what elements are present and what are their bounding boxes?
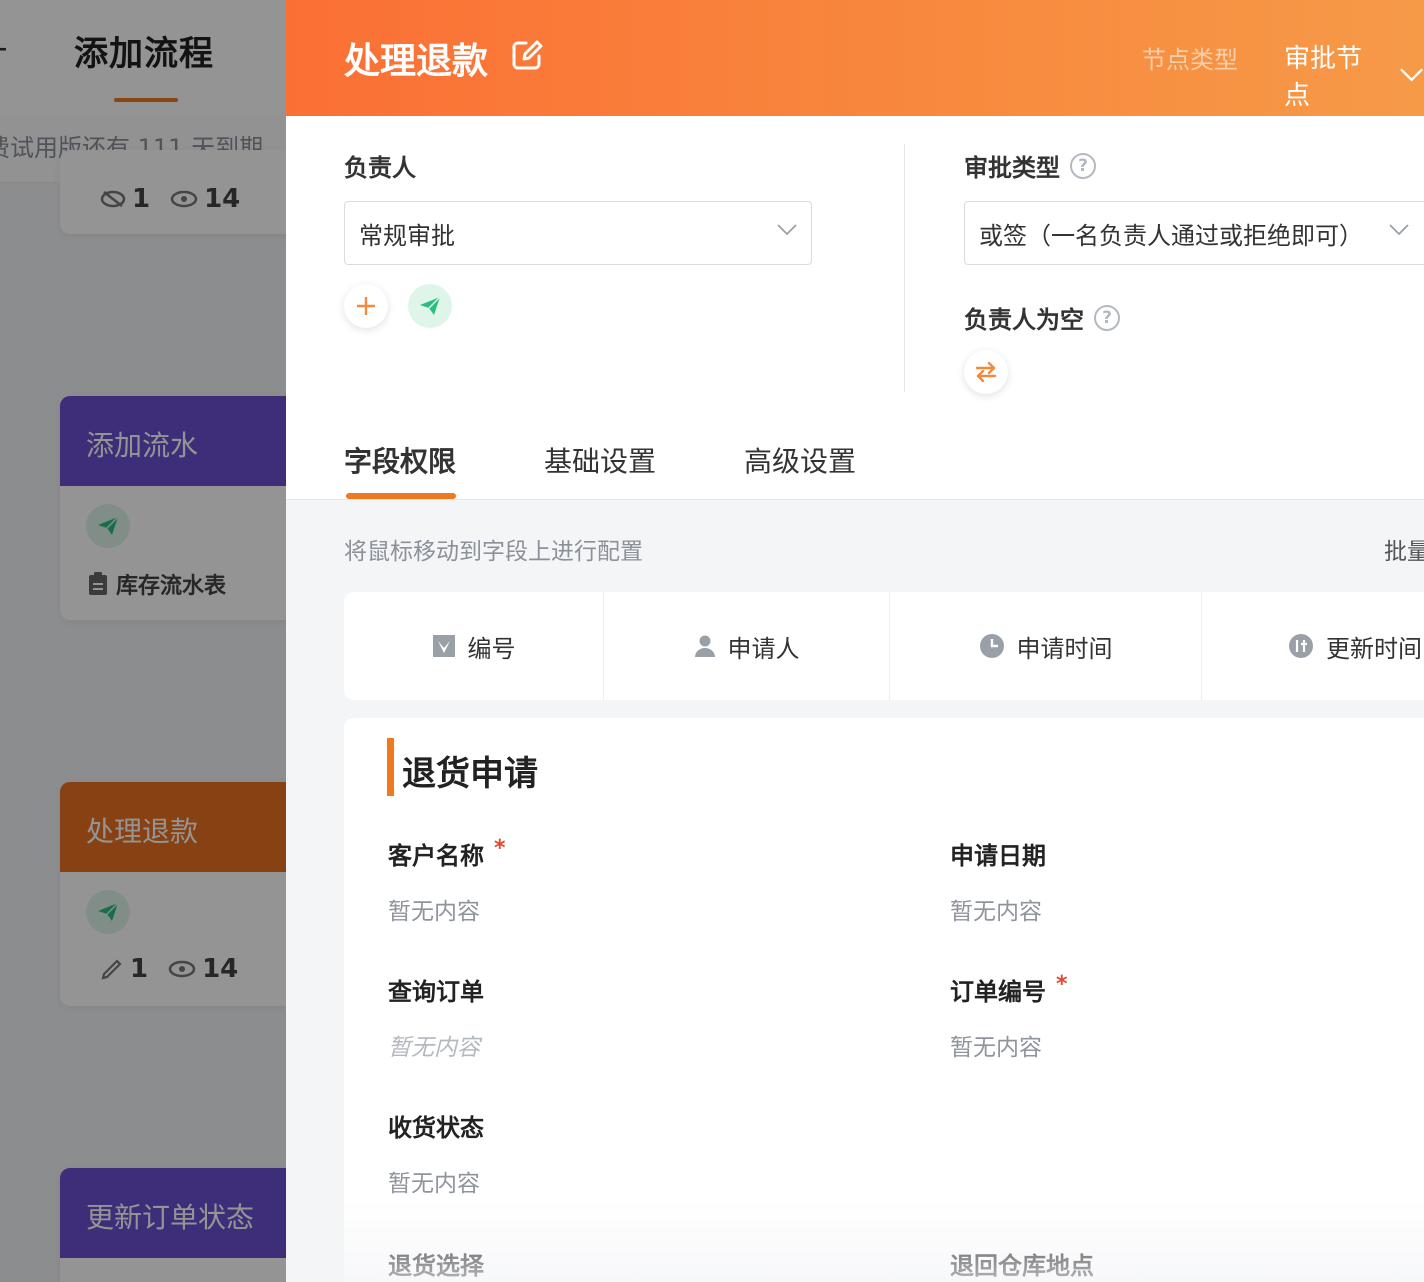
field-label: 退回仓库地点 bbox=[950, 1252, 1094, 1280]
empty-assignee-label-text: 负责人为空 bbox=[964, 306, 1084, 334]
system-field-label: 编号 bbox=[467, 634, 516, 663]
batch-button[interactable]: 批量 bbox=[1384, 532, 1424, 566]
system-field-apply-time[interactable]: 申请时间 bbox=[890, 592, 1202, 700]
assignee-label: 负责人 bbox=[344, 148, 416, 183]
approval-type-select[interactable]: 或签（一名负责人通过或拒绝即可） bbox=[964, 201, 1424, 265]
clock-icon bbox=[979, 634, 1004, 658]
send-button[interactable] bbox=[408, 284, 452, 328]
form-title-accent bbox=[387, 738, 394, 796]
system-field-label: 更新时间 bbox=[1326, 634, 1422, 663]
chevron-down-icon bbox=[777, 224, 797, 236]
form-title: 退货申请 bbox=[402, 754, 538, 794]
node-type-label: 节点类型 bbox=[1142, 46, 1238, 74]
form-field-query-order[interactable]: 查询订单 bbox=[388, 972, 484, 1007]
form-field-customer-name[interactable]: 客户名称 * bbox=[388, 836, 506, 871]
tab-field-permission[interactable]: 字段权限 bbox=[344, 440, 456, 500]
form-field-return-warehouse[interactable]: 退回仓库地点 bbox=[950, 1246, 1094, 1281]
system-field-applicant[interactable]: 申请人 bbox=[604, 592, 890, 700]
add-assignee-button[interactable] bbox=[344, 284, 388, 328]
drawer-header: 处理退款 节点类型 审批节点 bbox=[286, 0, 1424, 116]
node-type-select[interactable]: 审批节点 bbox=[1284, 38, 1424, 112]
node-config-drawer: 处理退款 节点类型 审批节点 负责人 常规审批 审批类型 ? 或签（一名负责人通… bbox=[286, 0, 1424, 1282]
edit-title-icon[interactable] bbox=[510, 38, 544, 72]
approval-type-label-text: 审批类型 bbox=[964, 154, 1060, 182]
system-fields-bar: 编号 申请人 申请时间 更新时间 bbox=[344, 592, 1424, 700]
system-field-update-time[interactable]: 更新时间 bbox=[1202, 592, 1424, 700]
tab-basic-settings[interactable]: 基础设置 bbox=[544, 440, 656, 500]
empty-assignee-label: 负责人为空 ? bbox=[964, 300, 1120, 335]
chevron-down-icon bbox=[1399, 68, 1423, 82]
section-divider bbox=[904, 144, 905, 392]
form-preview-card: 退货申请 客户名称 * 暂无内容 申请日期 暂无内容 查询订单 暂无内容 订单编… bbox=[344, 718, 1424, 1282]
config-tabs: 字段权限 基础设置 高级设置 bbox=[344, 440, 856, 500]
required-mark: * bbox=[494, 836, 506, 861]
field-value: 暂无内容 bbox=[950, 899, 1042, 925]
help-icon[interactable]: ? bbox=[1070, 152, 1096, 179]
field-label: 申请日期 bbox=[950, 842, 1046, 870]
number-icon bbox=[432, 635, 455, 657]
workflow-canvas: - 添加流程 费试用版还有 111 天到期， 1 14 添加流水 库存流水表 处… bbox=[0, 0, 286, 1282]
assignee-select[interactable]: 常规审批 bbox=[344, 201, 812, 265]
tab-advanced-settings[interactable]: 高级设置 bbox=[744, 440, 856, 500]
assignee-label-text: 负责人 bbox=[344, 154, 416, 182]
system-field-id[interactable]: 编号 bbox=[344, 592, 604, 700]
approval-type-label: 审批类型 ? bbox=[964, 148, 1096, 183]
swap-icon bbox=[975, 361, 997, 383]
form-field-return-choice[interactable]: 退货选择 bbox=[388, 1246, 484, 1281]
modal-mask[interactable] bbox=[0, 0, 286, 1282]
system-field-label: 申请人 bbox=[727, 634, 800, 663]
field-value: 暂无内容 bbox=[388, 1035, 480, 1061]
help-icon[interactable]: ? bbox=[1094, 304, 1120, 331]
chevron-down-icon bbox=[1389, 224, 1409, 236]
swap-button[interactable] bbox=[964, 350, 1008, 394]
field-label: 收货状态 bbox=[388, 1114, 484, 1142]
field-value: 暂无内容 bbox=[388, 1171, 480, 1197]
field-value: 暂无内容 bbox=[950, 1035, 1042, 1061]
plus-icon bbox=[357, 297, 375, 315]
node-type-value: 审批节点 bbox=[1284, 44, 1363, 111]
form-field-order-number[interactable]: 订单编号 * bbox=[950, 972, 1068, 1007]
field-label: 客户名称 bbox=[388, 842, 484, 870]
approval-type-select-value: 或签（一名负责人通过或拒绝即可） bbox=[979, 221, 1363, 250]
update-time-icon bbox=[1289, 634, 1313, 658]
field-label: 退货选择 bbox=[388, 1252, 484, 1280]
system-field-label: 申请时间 bbox=[1016, 634, 1113, 663]
user-icon bbox=[694, 635, 715, 657]
field-label: 查询订单 bbox=[388, 978, 484, 1006]
form-field-apply-date[interactable]: 申请日期 bbox=[950, 836, 1046, 871]
config-hint: 将鼠标移动到字段上进行配置 bbox=[344, 539, 643, 565]
field-value: 暂无内容 bbox=[388, 899, 480, 925]
field-label: 订单编号 bbox=[950, 978, 1046, 1006]
form-field-receipt-status[interactable]: 收货状态 bbox=[388, 1108, 484, 1143]
required-mark: * bbox=[1056, 972, 1068, 997]
send-icon bbox=[420, 296, 441, 315]
drawer-title[interactable]: 处理退款 bbox=[344, 32, 488, 84]
assignee-select-value: 常规审批 bbox=[359, 221, 455, 250]
